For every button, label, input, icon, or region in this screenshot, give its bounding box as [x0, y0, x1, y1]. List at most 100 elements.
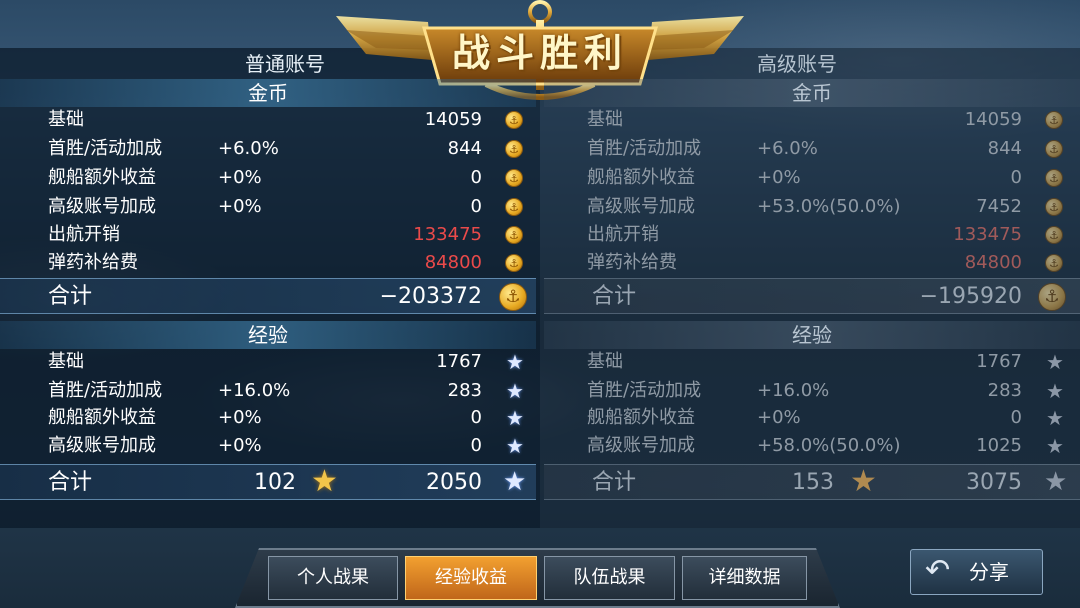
row-label: 舰船额外收益: [48, 407, 156, 428]
row-value: 14059: [424, 109, 482, 130]
gold-row-sortie-cost: 出航开销 133475: [587, 221, 1022, 249]
tab-personal-results[interactable]: 个人战果: [268, 556, 398, 600]
row-value: 283: [447, 380, 482, 401]
exp-row-ship-bonus: 舰船额外收益 +0% 0: [587, 404, 1022, 432]
gold-row-first-win-bonus: 首胜/活动加成 +6.0% 844: [48, 135, 482, 163]
row-pct: +58.0%(50.0%): [757, 435, 901, 456]
row-pct: +6.0%: [757, 138, 818, 159]
row-value: 844: [447, 138, 482, 159]
exp-section-header: 经验: [0, 321, 536, 349]
row-pct: +0%: [757, 407, 801, 428]
tab-detailed-data[interactable]: 详细数据: [682, 556, 807, 600]
gold-row-base: 基础 14059: [587, 106, 1022, 134]
row-value: 84800: [424, 252, 482, 273]
total-label: 合计: [48, 284, 93, 309]
gold-row-sortie-cost: 出航开销 133475: [48, 221, 482, 249]
row-label: 首胜/活动加成: [587, 380, 702, 401]
row-pct: +0%: [218, 196, 262, 217]
row-label: 出航开销: [48, 224, 120, 245]
share-button[interactable]: ↶ 分享: [910, 549, 1043, 595]
tab-exp-earnings[interactable]: 经验收益: [405, 556, 537, 600]
row-value: 0: [470, 435, 482, 456]
gold-coin-icon: [505, 226, 523, 244]
gold-section-header: 金币: [0, 79, 536, 107]
row-label: 高级账号加成: [587, 435, 695, 456]
row-pct: +0%: [218, 407, 262, 428]
gold-row-ship-bonus: 舰船额外收益 +0% 0: [587, 164, 1022, 192]
row-value: 133475: [413, 224, 482, 245]
back-arrow-icon: ↶: [925, 553, 951, 588]
row-label: 基础: [48, 109, 84, 130]
star-icon: ★: [503, 467, 527, 497]
gold-total-row: 合计 −195920: [544, 278, 1080, 314]
share-label: 分享: [969, 560, 1009, 584]
total-label: 合计: [48, 470, 93, 495]
gold-coin-icon: [1045, 254, 1063, 272]
exp-row-premium-bonus: 高级账号加成 +0% 0: [48, 432, 482, 460]
row-label: 首胜/活动加成: [48, 138, 163, 159]
gold-row-ammo-cost: 弹药补给费 84800: [48, 249, 482, 277]
row-label: 弹药补给费: [587, 252, 677, 273]
row-value: 0: [1010, 407, 1022, 428]
exp-total-row: 合计 153 ★ 3075 ★: [544, 464, 1080, 500]
row-pct: +0%: [757, 167, 801, 188]
exp-section-header: 经验: [544, 321, 1080, 349]
total-label: 合计: [592, 470, 637, 495]
row-pct: +6.0%: [218, 138, 279, 159]
row-label: 出航开销: [587, 224, 659, 245]
star-icon: ★: [506, 434, 524, 458]
gold-coin-icon: [505, 111, 523, 129]
row-value: 0: [470, 196, 482, 217]
commander-exp-value: 153: [792, 470, 834, 495]
star-icon: ★: [1046, 379, 1064, 403]
row-pct: +53.0%(50.0%): [757, 196, 901, 217]
normal-account-label: 普通账号: [245, 52, 325, 76]
star-icon: ★: [506, 350, 524, 374]
gold-coin-icon: [1045, 198, 1063, 216]
gold-coin-icon: [1045, 169, 1063, 187]
total-value: −195920: [919, 284, 1022, 309]
gold-section-header: 金币: [544, 79, 1080, 107]
gold-row-base: 基础 14059: [48, 106, 482, 134]
exp-row-premium-bonus: 高级账号加成 +58.0%(50.0%) 1025: [587, 432, 1022, 460]
row-value: 844: [987, 138, 1022, 159]
gold-row-ship-bonus: 舰船额外收益 +0% 0: [48, 164, 482, 192]
row-value: 283: [987, 380, 1022, 401]
exp-row-base: 基础 1767: [587, 348, 1022, 376]
row-value: 133475: [953, 224, 1022, 245]
row-value: 0: [1010, 167, 1022, 188]
total-value: 2050: [426, 470, 482, 495]
tab-team-results[interactable]: 队伍战果: [544, 556, 675, 600]
exp-row-base: 基础 1767: [48, 348, 482, 376]
row-label: 舰船额外收益: [587, 167, 695, 188]
gold-row-first-win-bonus: 首胜/活动加成 +6.0% 844: [587, 135, 1022, 163]
row-value: 1767: [976, 351, 1022, 372]
row-label: 弹药补给费: [48, 252, 138, 273]
exp-row-ship-bonus: 舰船额外收益 +0% 0: [48, 404, 482, 432]
row-pct: +16.0%: [218, 380, 291, 401]
gold-coin-icon: [1038, 283, 1066, 311]
star-icon: ★: [1044, 467, 1068, 497]
row-value: 7452: [976, 196, 1022, 217]
row-pct: +0%: [218, 167, 262, 188]
row-value: 14059: [964, 109, 1022, 130]
gold-row-premium-bonus: 高级账号加成 +53.0%(50.0%) 7452: [587, 193, 1022, 221]
total-value: 3075: [966, 470, 1022, 495]
exp-row-first-win-bonus: 首胜/活动加成 +16.0% 283: [587, 377, 1022, 405]
row-value: 84800: [964, 252, 1022, 273]
gold-star-icon: ★: [850, 464, 877, 499]
row-pct: +0%: [218, 435, 262, 456]
total-value: −203372: [379, 284, 482, 309]
star-icon: ★: [506, 406, 524, 430]
gold-coin-icon: [1045, 140, 1063, 158]
star-icon: ★: [506, 379, 524, 403]
row-label: 高级账号加成: [48, 435, 156, 456]
row-label: 舰船额外收益: [587, 407, 695, 428]
row-value: 1767: [436, 351, 482, 372]
exp-total-row: 合计 102 ★ 2050 ★: [0, 464, 536, 500]
total-label: 合计: [592, 284, 637, 309]
row-label: 首胜/活动加成: [48, 380, 163, 401]
row-label: 舰船额外收益: [48, 167, 156, 188]
star-icon: ★: [1046, 434, 1064, 458]
row-label: 高级账号加成: [48, 196, 156, 217]
